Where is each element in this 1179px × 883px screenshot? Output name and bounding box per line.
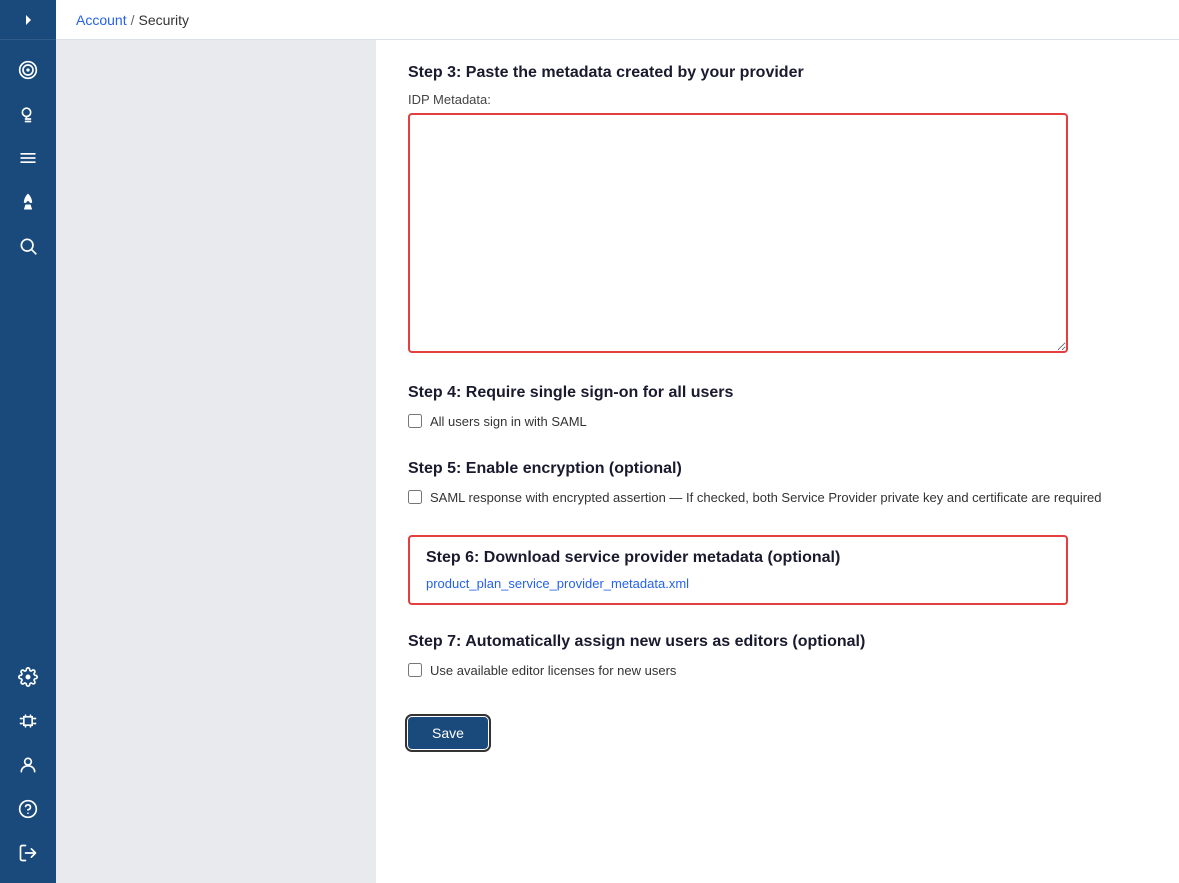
right-panel: Step 3: Paste the metadata created by yo… <box>376 40 1179 883</box>
editor-checkbox[interactable] <box>408 663 422 677</box>
help-icon[interactable] <box>8 789 48 829</box>
save-section: Save <box>408 709 1147 749</box>
editor-checkbox-label[interactable]: Use available editor licenses for new us… <box>430 661 676 681</box>
step3-title: Step 3: Paste the metadata created by yo… <box>408 64 1147 82</box>
search-icon[interactable] <box>8 226 48 266</box>
metadata-download-link[interactable]: product_plan_service_provider_metadata.x… <box>426 576 689 591</box>
step7-section: Step 7: Automatically assign new users a… <box>408 633 1147 681</box>
breadcrumb-current: Security <box>138 12 189 28</box>
step4-title: Step 4: Require single sign-on for all u… <box>408 384 1147 402</box>
sidebar-toggle[interactable] <box>0 0 56 40</box>
step6-section: Step 6: Download service provider metada… <box>408 535 1147 605</box>
gear-icon[interactable] <box>8 657 48 697</box>
breadcrumb: Account / Security <box>76 12 189 28</box>
target-icon[interactable] <box>8 50 48 90</box>
step4-checkbox-row: All users sign in with SAML <box>408 412 1147 432</box>
step7-checkbox-row: Use available editor licenses for new us… <box>408 661 1147 681</box>
lightbulb-icon[interactable] <box>8 94 48 134</box>
menu-icon[interactable] <box>8 138 48 178</box>
breadcrumb-account[interactable]: Account <box>76 12 127 28</box>
step5-title: Step 5: Enable encryption (optional) <box>408 460 1147 478</box>
logout-icon[interactable] <box>8 833 48 873</box>
saml-checkbox-label[interactable]: All users sign in with SAML <box>430 412 587 432</box>
user-icon[interactable] <box>8 745 48 785</box>
step5-section: Step 5: Enable encryption (optional) SAM… <box>408 460 1147 508</box>
plugin-icon[interactable] <box>8 701 48 741</box>
step5-checkbox-row: SAML response with encrypted assertion —… <box>408 488 1147 508</box>
idp-metadata-textarea[interactable] <box>408 113 1068 353</box>
breadcrumb-separator: / <box>131 12 135 28</box>
sidebar-top-icons <box>8 40 48 352</box>
step3-label: IDP Metadata: <box>408 92 1147 107</box>
step6-box: Step 6: Download service provider metada… <box>408 535 1068 605</box>
sidebar <box>0 0 56 883</box>
step6-title: Step 6: Download service provider metada… <box>426 549 1050 567</box>
rocket-icon[interactable] <box>8 182 48 222</box>
step3-section: Step 3: Paste the metadata created by yo… <box>408 64 1147 356</box>
step7-title: Step 7: Automatically assign new users a… <box>408 633 1147 651</box>
sidebar-bottom-icons <box>8 655 48 883</box>
header: Account / Security <box>56 0 1179 40</box>
encryption-checkbox-label[interactable]: SAML response with encrypted assertion —… <box>430 488 1102 508</box>
main-area: Account / Security Step 3: Paste the met… <box>56 0 1179 883</box>
content-layout: Step 3: Paste the metadata created by yo… <box>56 40 1179 883</box>
step4-section: Step 4: Require single sign-on for all u… <box>408 384 1147 432</box>
saml-checkbox[interactable] <box>408 414 422 428</box>
encryption-checkbox[interactable] <box>408 490 422 504</box>
left-panel <box>56 40 376 883</box>
save-button[interactable]: Save <box>408 717 488 749</box>
